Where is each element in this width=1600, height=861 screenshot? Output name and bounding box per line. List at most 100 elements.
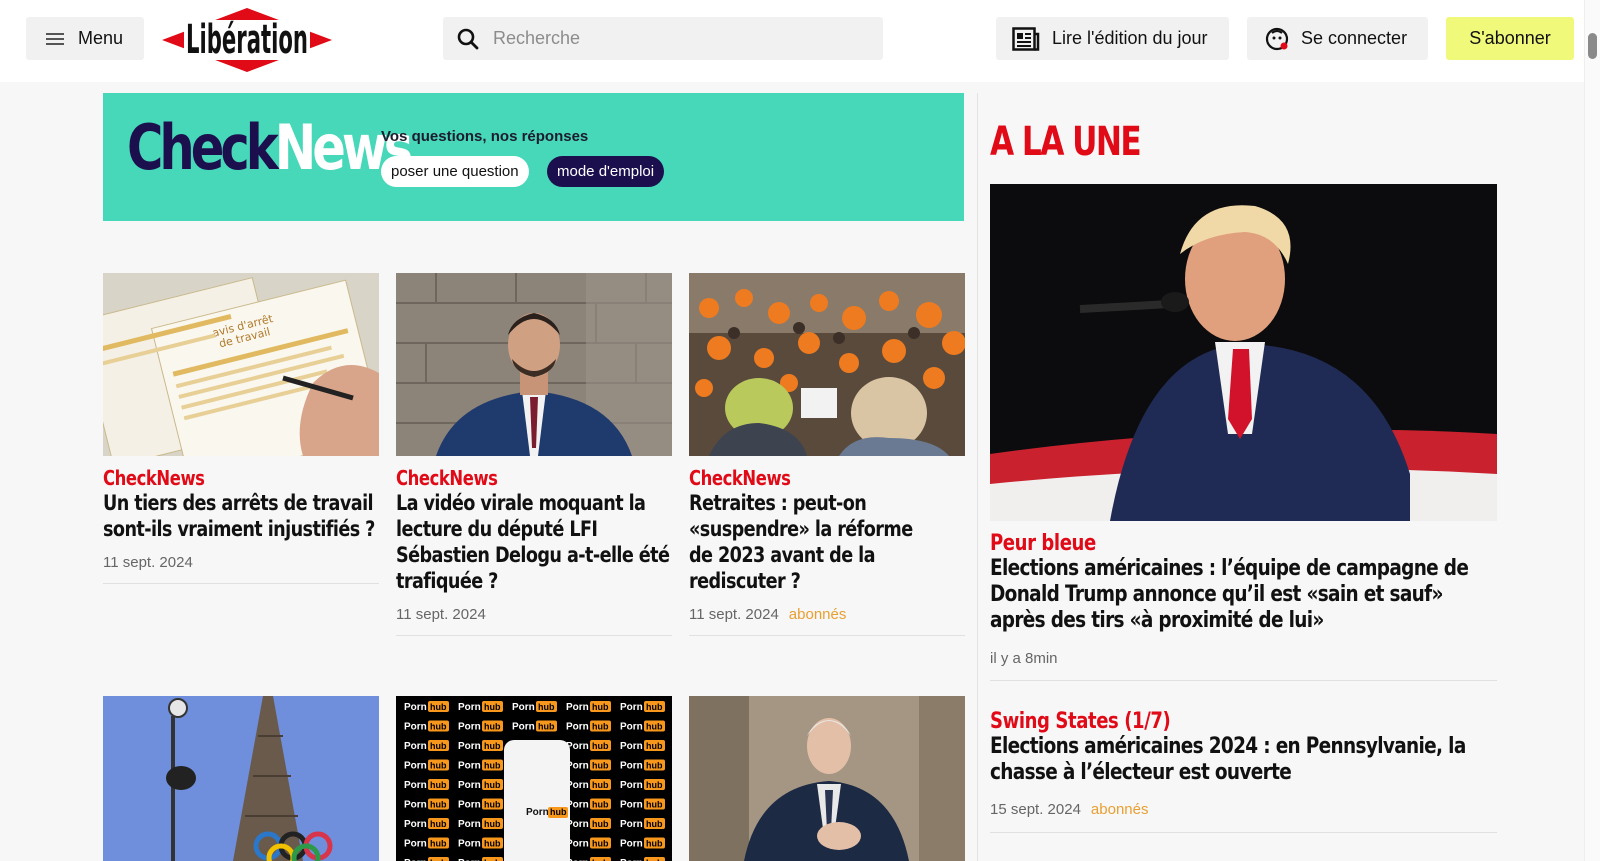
une-second-kicker: Swing States (1/7): [990, 709, 1171, 734]
une-lead-kicker: Peur bleue: [990, 531, 1096, 556]
pattern-text: hub: [646, 800, 663, 810]
pattern-text: hub: [646, 741, 663, 751]
pattern-text: Porn: [404, 819, 427, 830]
pattern-text: hub: [592, 722, 609, 732]
pattern-text: Porn: [620, 780, 643, 791]
pattern-text: hub: [592, 800, 609, 810]
pattern-text: hub: [430, 780, 447, 790]
une-lead-meta: il y a 8min: [990, 650, 1058, 667]
article-card[interactable]: [689, 696, 965, 861]
pattern-text: Porn: [404, 702, 427, 713]
pattern-text: hub: [592, 702, 609, 712]
checknews-banner: CheckNews Vos questions, nos réponses po…: [103, 93, 964, 221]
article-time: il y a 8min: [990, 650, 1058, 667]
pattern-text: hub: [430, 722, 447, 732]
pattern-text: Porn: [404, 761, 427, 772]
article-kicker: CheckNews: [396, 466, 498, 490]
pattern-text: hub: [646, 839, 663, 849]
pattern-text: Porn: [512, 722, 535, 733]
article-card[interactable]: CheckNews La vidéo virale moquant la lec…: [396, 273, 672, 636]
pattern-text: hub: [484, 722, 501, 732]
featured-image[interactable]: [990, 184, 1497, 521]
pattern-text: Porn: [458, 741, 481, 752]
article-card[interactable]: avis d'arrêt de travail CheckNews Un tie…: [103, 273, 379, 584]
pattern-text: hub: [646, 819, 663, 829]
edition-label: Lire l'édition du jour: [1052, 28, 1208, 48]
phone-brand-text: Porn: [526, 807, 549, 818]
article-date: 11 sept. 2024: [396, 606, 486, 623]
user-icon: [1265, 27, 1289, 50]
pattern-text: hub: [430, 741, 447, 751]
article-kicker: CheckNews: [103, 466, 205, 490]
article-image[interactable]: [689, 273, 965, 456]
pattern-text: Porn: [404, 800, 427, 811]
pattern-text: hub: [484, 800, 501, 810]
une-lead-headline[interactable]: Elections américaines : l’équipe de camp…: [990, 556, 1497, 634]
scrollbar[interactable]: [1584, 0, 1600, 861]
article-headline[interactable]: Un tiers des arrêts de travail sont-ils …: [103, 490, 380, 542]
pattern-text: hub: [646, 761, 663, 771]
newspaper-icon: [1012, 26, 1040, 51]
pattern-text: Porn: [566, 722, 589, 733]
pattern-text: Porn: [458, 761, 481, 772]
pattern-text: hub: [592, 839, 609, 849]
pattern-text: Porn: [404, 722, 427, 733]
pattern-text: Porn: [620, 722, 643, 733]
mode-emploi-button[interactable]: mode d'emploi: [547, 156, 665, 187]
une-second-meta: 15 sept. 2024 abonnés: [990, 801, 1148, 818]
column-divider: [977, 93, 978, 861]
login-button[interactable]: Se connecter: [1247, 17, 1428, 60]
article-card[interactable]: Porn hub Porn hub Porn hub Porn hub Porn hub Porn h…: [396, 696, 672, 861]
article-image[interactable]: [689, 696, 965, 861]
une-second-headline[interactable]: Elections américaines 2024 : en Pennsylv…: [990, 734, 1497, 786]
article-date: 11 sept. 2024: [689, 606, 779, 623]
pattern-text: hub: [484, 741, 501, 751]
article-date: 11 sept. 2024: [103, 554, 193, 571]
pattern-text: Porn: [620, 761, 643, 772]
divider: [396, 635, 672, 636]
article-image[interactable]: Porn hub Porn hub Porn hub Porn hub Porn hub Porn h…: [396, 696, 672, 861]
pattern-text: hub: [592, 819, 609, 829]
subscribe-button[interactable]: S'abonner: [1446, 17, 1574, 60]
pattern-text: Porn: [458, 722, 481, 733]
search-input[interactable]: [493, 28, 853, 49]
divider: [990, 832, 1497, 833]
pattern-text: Porn: [404, 741, 427, 752]
logo-text: Libération: [186, 17, 308, 63]
pattern-text: Porn: [620, 741, 643, 752]
article-headline[interactable]: La vidéo virale moquant la lecture du dé…: [396, 490, 673, 594]
article-card[interactable]: [103, 696, 379, 861]
pattern-text: Porn: [566, 702, 589, 713]
article-image[interactable]: [103, 696, 379, 861]
pattern-text: hub: [592, 780, 609, 790]
checknews-logo-check: Check: [127, 111, 279, 184]
divider: [990, 680, 1497, 681]
menu-label: Menu: [78, 28, 124, 48]
article-headline[interactable]: Retraites : peut-on «suspendre» la réfor…: [689, 490, 941, 594]
pattern-text: hub: [430, 819, 447, 829]
checknews-logo[interactable]: CheckNews: [127, 117, 413, 179]
pattern-text: Porn: [458, 702, 481, 713]
pattern-text: hub: [646, 780, 663, 790]
edition-button[interactable]: Lire l'édition du jour: [996, 17, 1229, 60]
pattern-text: Porn: [458, 780, 481, 791]
pattern-text: hub: [484, 819, 501, 829]
menu-button[interactable]: Menu: [26, 17, 144, 60]
article-card[interactable]: CheckNews Retraites : peut-on «suspendre…: [689, 273, 965, 636]
pattern-text: Porn: [458, 839, 481, 850]
pattern-text: Porn: [512, 702, 535, 713]
liberation-logo[interactable]: Libération: [162, 8, 332, 72]
search-bar[interactable]: [443, 17, 883, 60]
pattern-text: hub: [592, 741, 609, 751]
pattern-text: hub: [592, 761, 609, 771]
pattern-text: hub: [484, 780, 501, 790]
pattern-text: hub: [484, 702, 501, 712]
scrollbar-thumb[interactable]: [1588, 33, 1597, 59]
article-meta: 11 sept. 2024 abonnés: [689, 606, 965, 623]
pattern-text: Porn: [620, 702, 643, 713]
article-image[interactable]: avis d'arrêt de travail: [103, 273, 379, 456]
pattern-text: hub: [646, 702, 663, 712]
article-kicker: CheckNews: [689, 466, 791, 490]
ask-question-button[interactable]: poser une question: [381, 156, 529, 187]
article-image[interactable]: [396, 273, 672, 456]
